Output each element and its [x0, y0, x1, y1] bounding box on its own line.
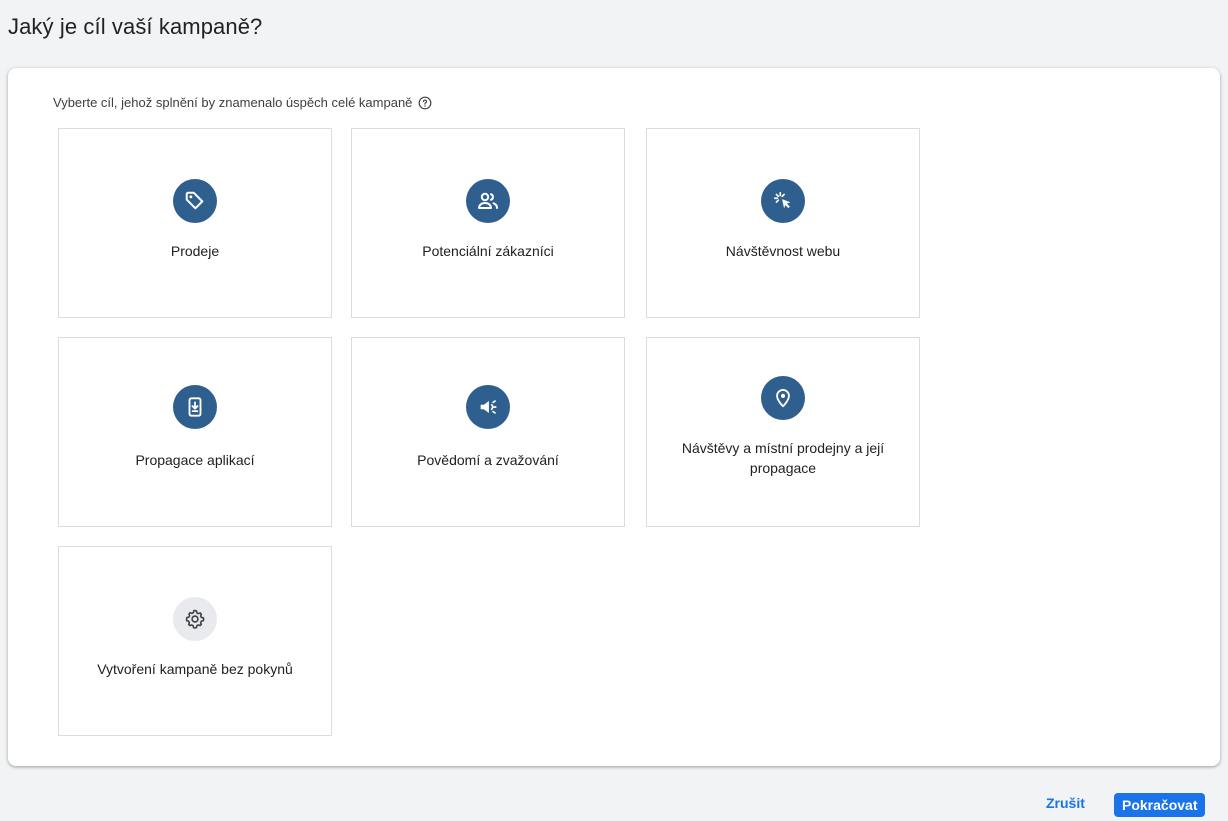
panel-subtitle: Vyberte cíl, jehož splnění by znamenalo … [53, 95, 432, 110]
goal-label: Potenciální zákazníci [422, 243, 554, 259]
goal-tile-sales[interactable]: Prodeje [58, 128, 332, 318]
goal-tile-leads[interactable]: Potenciální zákazníci [351, 128, 625, 318]
subtitle-text: Vyberte cíl, jehož splnění by znamenalo … [53, 95, 413, 110]
goal-selection-panel: Vyberte cíl, jehož splnění by znamenalo … [8, 68, 1220, 766]
goal-tile-website-traffic[interactable]: Návštěvnost webu [646, 128, 920, 318]
goal-label: Prodeje [170, 243, 220, 259]
goal-label: Povědomí a zvažování [417, 452, 559, 468]
people-icon [466, 179, 510, 223]
location-pin-icon [761, 376, 805, 420]
megaphone-icon [466, 385, 510, 429]
goal-label: Návštěvy a místní prodejny a její propag… [681, 440, 885, 476]
continue-button[interactable]: Pokračovat [1114, 793, 1206, 817]
goal-label: Návštěvnost webu [725, 243, 841, 259]
goal-label: Vytvoření kampaně bez pokynů [97, 661, 293, 677]
page-title: Jaký je cíl vaší kampaně? [8, 14, 263, 39]
goal-label: Propagace aplikací [135, 452, 255, 468]
goal-tile-app-promotion[interactable]: Propagace aplikací [58, 337, 332, 527]
phone-download-icon [173, 385, 217, 429]
cancel-button[interactable]: Zrušit [1046, 795, 1085, 811]
gear-icon [173, 597, 217, 641]
goal-tile-no-guidance[interactable]: Vytvoření kampaně bez pokynů [58, 546, 332, 736]
help-circle-icon[interactable] [418, 96, 432, 110]
cursor-click-icon [761, 179, 805, 223]
goal-tile-local-store[interactable]: Návštěvy a místní prodejny a její propag… [646, 337, 920, 527]
goal-tile-awareness[interactable]: Povědomí a zvažování [351, 337, 625, 527]
tag-icon [173, 179, 217, 223]
